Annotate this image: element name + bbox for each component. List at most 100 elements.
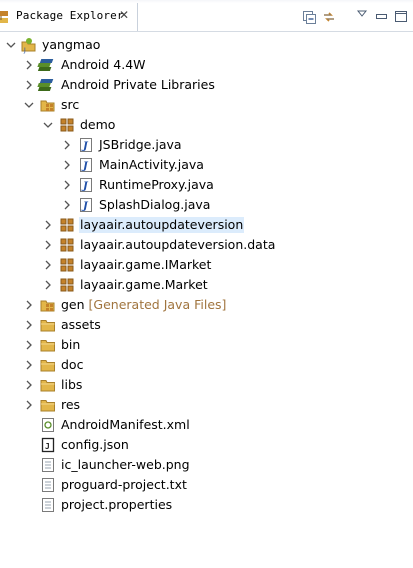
tree-node-file[interactable]: AndroidManifest.xml bbox=[0, 415, 413, 435]
tab-package-explorer[interactable]: Package Explorer ✕ bbox=[0, 2, 138, 31]
chevron-right-icon[interactable] bbox=[23, 55, 35, 75]
package-icon bbox=[59, 257, 75, 273]
link-with-editor-icon[interactable] bbox=[321, 9, 337, 25]
package-icon bbox=[59, 237, 75, 253]
tree-node-file[interactable]: J config.json bbox=[0, 435, 413, 455]
tree-node-folder[interactable]: doc bbox=[0, 355, 413, 375]
chevron-down-icon[interactable] bbox=[42, 115, 54, 135]
folder-label: libs bbox=[61, 377, 83, 392]
java-file-label: RuntimeProxy.java bbox=[99, 177, 214, 192]
java-file-icon: J bbox=[78, 137, 94, 153]
chevron-right-icon[interactable] bbox=[23, 355, 35, 375]
android-lib-label: Android 4.4W bbox=[61, 57, 146, 72]
tree-node-package[interactable]: layaair.autoupdateversion.data bbox=[0, 235, 413, 255]
tree-node-java-file[interactable]: J SplashDialog.java bbox=[0, 195, 413, 215]
package-explorer-view: Package Explorer ✕ J yangmao Android 4.4… bbox=[0, 0, 413, 568]
package-label: layaair.autoupdateversion bbox=[79, 217, 245, 233]
collapse-all-icon[interactable] bbox=[301, 9, 317, 25]
file-label: ic_launcher-web.png bbox=[61, 457, 190, 472]
folder-label: bin bbox=[61, 337, 81, 352]
svg-text:J: J bbox=[45, 442, 50, 451]
file-label: project.properties bbox=[61, 497, 173, 512]
folder-icon bbox=[40, 397, 56, 413]
tree-node-file[interactable]: proguard-project.txt bbox=[0, 475, 413, 495]
chevron-right-icon[interactable] bbox=[61, 175, 73, 195]
src-label: src bbox=[61, 97, 80, 112]
minimize-icon[interactable] bbox=[374, 9, 390, 25]
android-project-icon: J bbox=[21, 37, 37, 54]
tree-node-android-lib[interactable]: Android 4.4W bbox=[0, 55, 413, 75]
package-label: layaair.autoupdateversion.data bbox=[80, 237, 276, 252]
chevron-right-icon[interactable] bbox=[23, 295, 35, 315]
demo-label: demo bbox=[80, 117, 116, 132]
private-libs-label: Android Private Libraries bbox=[61, 77, 215, 92]
java-file-label: SplashDialog.java bbox=[99, 197, 211, 212]
view-tab-bar: Package Explorer ✕ bbox=[0, 0, 413, 32]
java-file-label: JSBridge.java bbox=[99, 137, 182, 152]
java-file-icon: J bbox=[78, 197, 94, 213]
source-folder-icon bbox=[40, 97, 56, 113]
library-icon bbox=[37, 77, 56, 93]
tree-node-folder[interactable]: bin bbox=[0, 335, 413, 355]
package-icon bbox=[59, 277, 75, 293]
svg-text:J: J bbox=[23, 47, 26, 54]
tree-node-package[interactable]: layaair.autoupdateversion bbox=[0, 215, 413, 235]
folder-icon bbox=[40, 357, 56, 373]
chevron-down-icon[interactable] bbox=[23, 95, 35, 115]
file-icon bbox=[40, 457, 56, 473]
tree-node-folder[interactable]: assets bbox=[0, 315, 413, 335]
tree-node-java-file[interactable]: J JSBridge.java bbox=[0, 135, 413, 155]
tree-node-java-file[interactable]: J RuntimeProxy.java bbox=[0, 175, 413, 195]
chevron-right-icon[interactable] bbox=[23, 315, 35, 335]
chevron-right-icon[interactable] bbox=[61, 135, 73, 155]
chevron-right-icon[interactable] bbox=[42, 235, 54, 255]
folder-label: assets bbox=[61, 317, 101, 332]
tree-node-src[interactable]: src bbox=[0, 95, 413, 115]
package-icon bbox=[59, 117, 75, 133]
chevron-right-icon[interactable] bbox=[23, 375, 35, 395]
gen-name: gen bbox=[61, 297, 85, 312]
tree-node-gen[interactable]: gen [Generated Java Files] bbox=[0, 295, 413, 315]
folder-icon bbox=[40, 317, 56, 333]
view-menu-icon[interactable] bbox=[354, 6, 370, 22]
tree-node-folder[interactable]: libs bbox=[0, 375, 413, 395]
file-label: proguard-project.txt bbox=[61, 477, 187, 492]
folder-label: doc bbox=[61, 357, 84, 372]
chevron-right-icon[interactable] bbox=[23, 335, 35, 355]
chevron-right-icon[interactable] bbox=[61, 195, 73, 215]
json-file-icon: J bbox=[40, 437, 56, 453]
tab-title: Package Explorer bbox=[16, 9, 124, 22]
tree-node-package[interactable]: layaair.game.IMarket bbox=[0, 255, 413, 275]
library-icon bbox=[37, 57, 56, 73]
tree-node-file[interactable]: ic_launcher-web.png bbox=[0, 455, 413, 475]
chevron-right-icon[interactable] bbox=[23, 75, 35, 95]
xml-file-icon bbox=[40, 417, 56, 433]
source-folder-icon bbox=[40, 297, 56, 313]
tree-node-file[interactable]: project.properties bbox=[0, 495, 413, 515]
folder-icon bbox=[40, 337, 56, 353]
file-label: AndroidManifest.xml bbox=[61, 417, 190, 432]
tree-node-project[interactable]: J yangmao bbox=[0, 35, 413, 55]
tree-node-folder[interactable]: res bbox=[0, 395, 413, 415]
package-explorer-icon bbox=[0, 10, 9, 24]
tree-node-demo[interactable]: demo bbox=[0, 115, 413, 135]
file-label: config.json bbox=[61, 437, 129, 452]
package-icon bbox=[59, 217, 75, 233]
chevron-right-icon[interactable] bbox=[23, 395, 35, 415]
close-icon[interactable]: ✕ bbox=[118, 9, 130, 21]
chevron-right-icon[interactable] bbox=[42, 255, 54, 275]
gen-label: gen [Generated Java Files] bbox=[60, 297, 227, 313]
package-label: layaair.game.Market bbox=[80, 277, 208, 292]
tree-node-java-file[interactable]: J MainActivity.java bbox=[0, 155, 413, 175]
chevron-right-icon[interactable] bbox=[42, 275, 54, 295]
chevron-right-icon[interactable] bbox=[42, 215, 54, 235]
folder-label: res bbox=[61, 397, 81, 412]
chevron-right-icon[interactable] bbox=[61, 155, 73, 175]
tree-node-private-libs[interactable]: Android Private Libraries bbox=[0, 75, 413, 95]
file-icon bbox=[40, 477, 56, 493]
tree-node-package[interactable]: layaair.game.Market bbox=[0, 275, 413, 295]
java-file-icon: J bbox=[78, 177, 94, 193]
chevron-down-icon[interactable] bbox=[5, 35, 17, 55]
java-file-icon: J bbox=[78, 157, 94, 173]
maximize-icon[interactable] bbox=[393, 9, 409, 25]
